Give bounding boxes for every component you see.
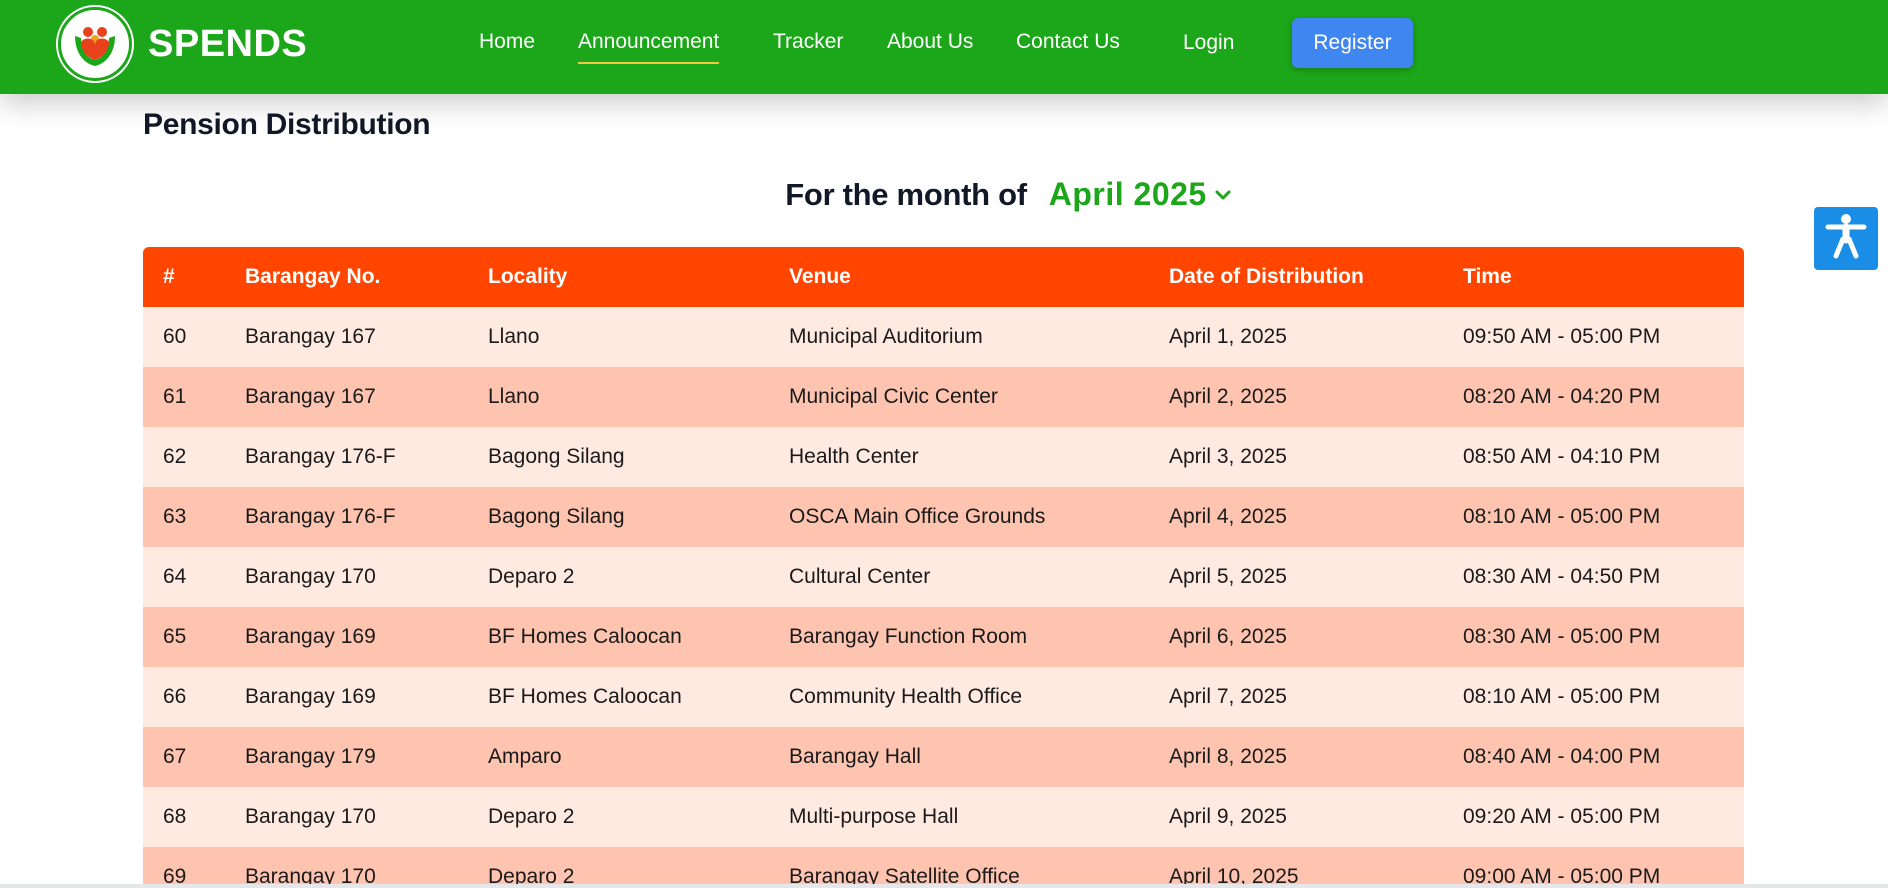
- register-button[interactable]: Register: [1292, 18, 1413, 68]
- cell-time: 08:40 AM - 04:00 PM: [1463, 745, 1661, 768]
- cell-barangay: Barangay 176-F: [245, 445, 396, 468]
- nav-login[interactable]: Login: [1183, 31, 1234, 55]
- top-navbar: SPENDS Home Announcement Tracker About U…: [0, 0, 1888, 94]
- month-row: For the month of April 2025: [0, 176, 1888, 213]
- cell-date: April 3, 2025: [1169, 445, 1287, 468]
- nav-home[interactable]: Home: [479, 30, 535, 54]
- cell-venue: Multi-purpose Hall: [789, 805, 959, 828]
- table-row: 63 Barangay 176-F Bagong Silang OSCA Main O…: [143, 487, 1744, 547]
- cell-venue: Municipal Auditorium: [789, 325, 983, 348]
- cell-barangay: Barangay 176-F: [245, 505, 396, 528]
- table-row: 64 Barangay 170 Deparo 2 Cultural Center Apr…: [143, 547, 1744, 607]
- cell-locality: Llano: [488, 325, 540, 348]
- cell-venue: Municipal Civic Center: [789, 385, 998, 408]
- month-value: April 2025: [1048, 176, 1207, 212]
- cell-time: 08:50 AM - 04:10 PM: [1463, 445, 1661, 468]
- header-time: Time: [1463, 265, 1512, 288]
- hands-family-logo-icon: [58, 7, 132, 81]
- cell-number: 68: [163, 805, 187, 828]
- table-row: 67 Barangay 179 Amparo Barangay Hall April 8…: [143, 727, 1744, 787]
- table-row: 60 Barangay 167 Llano Municipal Auditorium A…: [143, 307, 1744, 367]
- header-locality: Locality: [488, 265, 568, 288]
- cell-barangay: Barangay 167: [245, 325, 376, 348]
- brand[interactable]: SPENDS: [58, 7, 307, 81]
- header-number: #: [163, 265, 175, 288]
- cell-number: 66: [163, 685, 187, 708]
- cell-venue: OSCA Main Office Grounds: [789, 505, 1046, 528]
- cell-time: 09:50 AM - 05:00 PM: [1463, 325, 1661, 348]
- cell-barangay: Barangay 169: [245, 625, 376, 648]
- cell-time: 08:10 AM - 05:00 PM: [1463, 505, 1661, 528]
- cell-venue: Barangay Satellite Office: [789, 865, 1020, 887]
- cell-venue: Barangay Function Room: [789, 625, 1028, 648]
- table-row: 69 Barangay 170 Deparo 2 Barangay Satellite…: [143, 847, 1744, 887]
- table-row: 66 Barangay 169 BF Homes Caloocan Community…: [143, 667, 1744, 727]
- cell-time: 08:20 AM - 04:20 PM: [1463, 385, 1661, 408]
- cell-number: 69: [163, 865, 187, 887]
- cell-locality: Deparo 2: [488, 805, 575, 828]
- cell-locality: Bagong Silang: [488, 445, 625, 468]
- cell-time: 09:20 AM - 05:00 PM: [1463, 805, 1661, 828]
- cell-locality: Amparo: [488, 745, 562, 768]
- cell-date: April 9, 2025: [1169, 805, 1287, 828]
- cell-number: 61: [163, 385, 187, 408]
- cell-locality: BF Homes Caloocan: [488, 685, 682, 708]
- chevron-down-icon: [1215, 188, 1231, 206]
- header-barangay: Barangay No.: [245, 265, 381, 288]
- cell-barangay: Barangay 179: [245, 745, 376, 768]
- table-header-row: # Barangay No. Locality Venue Date of Di…: [143, 247, 1744, 307]
- cell-date: April 6, 2025: [1169, 625, 1287, 648]
- cell-venue: Cultural Center: [789, 565, 931, 588]
- cell-barangay: Barangay 170: [245, 865, 376, 887]
- nav-about-us[interactable]: About Us: [887, 30, 973, 54]
- cell-date: April 1, 2025: [1169, 325, 1287, 348]
- page-title: Pension Distribution: [143, 108, 431, 141]
- cell-date: April 7, 2025: [1169, 685, 1287, 708]
- cell-date: April 2, 2025: [1169, 385, 1287, 408]
- nav-announcement[interactable]: Announcement: [578, 30, 720, 64]
- table-row: 65 Barangay 169 BF Homes Caloocan Barangay …: [143, 607, 1744, 667]
- cell-venue: Health Center: [789, 445, 919, 468]
- table-row: 68 Barangay 170 Deparo 2 Multi-purpose Hall…: [143, 787, 1744, 847]
- cell-date: April 5, 2025: [1169, 565, 1287, 588]
- cell-number: 64: [163, 565, 187, 588]
- month-dropdown[interactable]: April 2025: [1049, 176, 1231, 213]
- header-date: Date of Distribution: [1169, 265, 1364, 288]
- accessibility-person-icon: [1824, 212, 1868, 265]
- cell-number: 63: [163, 505, 187, 528]
- cell-barangay: Barangay 167: [245, 385, 376, 408]
- cell-barangay: Barangay 170: [245, 805, 376, 828]
- cell-locality: BF Homes Caloocan: [488, 625, 682, 648]
- cell-barangay: Barangay 170: [245, 565, 376, 588]
- cell-barangay: Barangay 169: [245, 685, 376, 708]
- cell-date: April 4, 2025: [1169, 505, 1287, 528]
- cell-date: April 8, 2025: [1169, 745, 1287, 768]
- cell-time: 08:30 AM - 05:00 PM: [1463, 625, 1661, 648]
- nav-contact-us[interactable]: Contact Us: [1016, 30, 1120, 54]
- header-venue: Venue: [789, 265, 851, 288]
- cell-venue: Community Health Office: [789, 685, 1023, 708]
- cell-venue: Barangay Hall: [789, 745, 921, 768]
- cell-number: 62: [163, 445, 187, 468]
- cell-time: 08:30 AM - 04:50 PM: [1463, 565, 1661, 588]
- cell-locality: Deparo 2: [488, 565, 575, 588]
- table-row: 62 Barangay 176-F Bagong Silang Health Cent…: [143, 427, 1744, 487]
- cell-time: 08:10 AM - 05:00 PM: [1463, 685, 1661, 708]
- brand-name: SPENDS: [148, 22, 308, 65]
- nav-tracker[interactable]: Tracker: [773, 30, 843, 54]
- distribution-table: # Barangay No. Locality Venue Date of Di…: [143, 247, 1744, 887]
- cell-locality: Llano: [488, 385, 540, 408]
- page-bottom-border: [0, 884, 1888, 888]
- cell-number: 67: [163, 745, 187, 768]
- accessibility-button[interactable]: [1814, 207, 1878, 270]
- cell-time: 09:00 AM - 05:00 PM: [1463, 865, 1661, 887]
- month-label: For the month of: [785, 176, 1027, 212]
- cell-number: 60: [163, 325, 187, 348]
- table-row: 61 Barangay 167 Llano Municipal Civic Cente…: [143, 367, 1744, 427]
- cell-locality: Bagong Silang: [488, 505, 625, 528]
- cell-locality: Deparo 2: [488, 865, 575, 887]
- cell-date: April 10, 2025: [1169, 865, 1299, 887]
- cell-number: 65: [163, 625, 187, 648]
